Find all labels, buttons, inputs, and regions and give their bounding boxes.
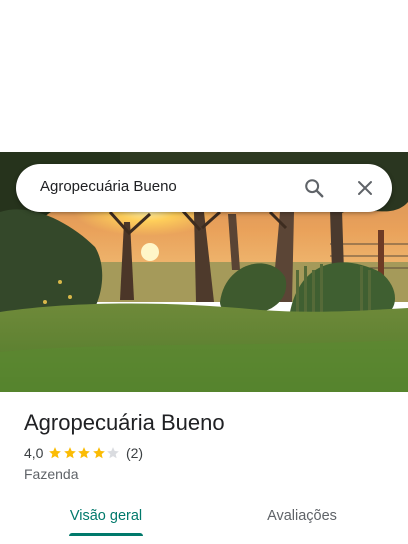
search-input[interactable]: Agropecuária Bueno: [40, 178, 177, 195]
tab-reviews[interactable]: Avaliações: [200, 496, 404, 536]
star-filled-icon: [78, 447, 91, 459]
tab-selected-indicator: [69, 533, 143, 536]
star-filled-icon: [93, 447, 105, 459]
rating-stars: [48, 446, 121, 460]
star-filled-icon: [49, 447, 62, 459]
place-title: Agropecuária Bueno: [24, 410, 225, 435]
review-count[interactable]: (2): [126, 445, 143, 461]
star-empty-icon: [107, 447, 120, 459]
rating-value: 4,0: [24, 445, 44, 461]
tab-overview[interactable]: Visão geral: [4, 496, 208, 536]
close-icon[interactable]: [353, 176, 377, 200]
search-icon[interactable]: [302, 176, 326, 200]
tab-bar: Visão geral Avaliações: [0, 496, 408, 536]
place-page: Agropecuária Bueno Agropecuária Bueno 4,…: [0, 0, 408, 544]
rating-row[interactable]: 4,0 (2): [24, 444, 143, 462]
star-filled-icon: [64, 447, 76, 459]
search-bar[interactable]: Agropecuária Bueno: [16, 164, 392, 212]
place-category[interactable]: Fazenda: [24, 466, 78, 482]
